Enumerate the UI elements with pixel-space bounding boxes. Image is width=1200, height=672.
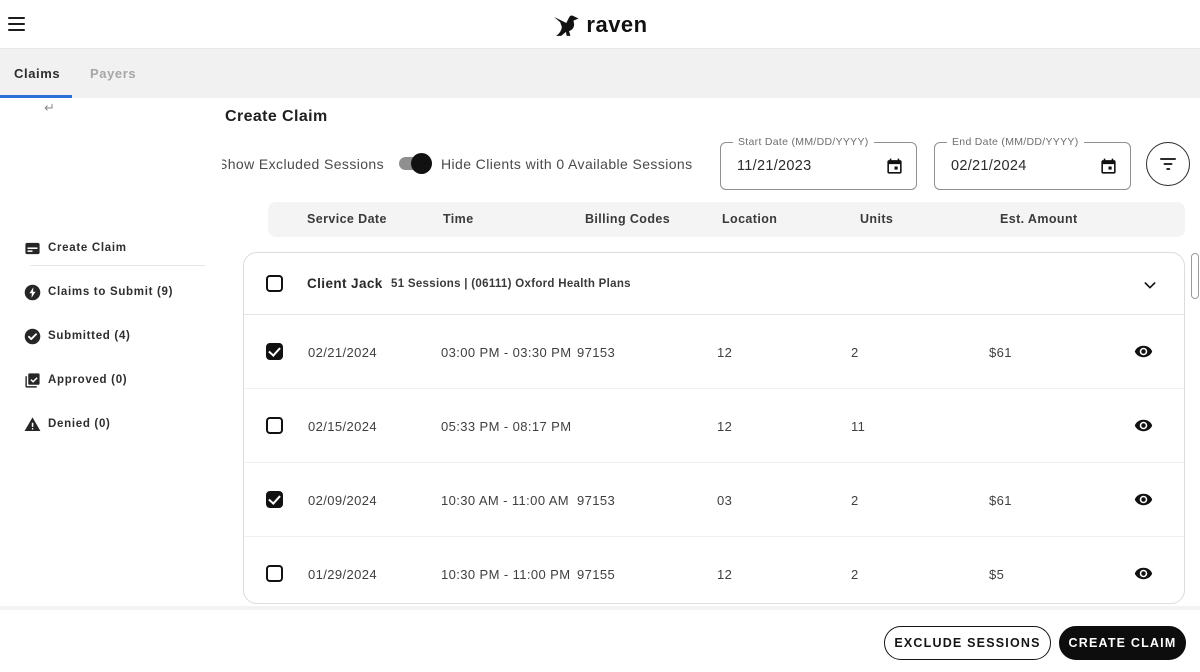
- client-checkbox[interactable]: [266, 275, 283, 292]
- top-bar: [0, 0, 1200, 49]
- toggle-knob: [411, 153, 432, 174]
- approved-check-icon: [25, 372, 40, 388]
- tab-bar: [0, 49, 1200, 98]
- page-title: Create Claim: [225, 108, 328, 125]
- location-cell: 12: [717, 419, 733, 434]
- sidebar-item-label: Claims to Submit (9): [48, 286, 174, 298]
- view-session-eye-icon[interactable]: [1134, 564, 1153, 583]
- service-date-cell: 01/29/2024: [308, 567, 378, 582]
- menu-hamburger-icon[interactable]: [8, 15, 28, 33]
- vertical-scrollbar-thumb[interactable]: [1191, 253, 1199, 299]
- session-checkbox[interactable]: [266, 417, 283, 434]
- create-claim-button[interactable]: CREATE CLAIM: [1059, 626, 1186, 660]
- location-cell: 03: [717, 493, 733, 508]
- billing-card-icon: [25, 242, 40, 254]
- location-cell: 12: [717, 567, 733, 582]
- billing-code-cell: 97153: [577, 345, 616, 360]
- sidebar-item-claims-to-submit[interactable]: Claims to Submit (9): [0, 282, 222, 302]
- units-cell: 2: [851, 493, 859, 508]
- start-date-label: Start Date (MM/DD/YYYY): [733, 136, 874, 148]
- tab-claims-label: Claims: [14, 66, 61, 81]
- col-est-amount: Est. Amount: [1000, 212, 1078, 226]
- units-cell: 2: [851, 567, 859, 582]
- warning-triangle-icon: [24, 416, 41, 431]
- sidebar-item-denied[interactable]: Denied (0): [0, 414, 222, 434]
- col-service-date: Service Date: [307, 212, 387, 226]
- service-date-cell: 02/09/2024: [308, 493, 378, 508]
- end-date-field[interactable]: End Date (MM/DD/YYYY) 02/21/2024: [934, 136, 1131, 190]
- client-name: Client Jack: [307, 276, 383, 291]
- time-cell: 10:30 AM - 11:00 AM: [441, 493, 570, 508]
- units-cell: 11: [851, 419, 866, 434]
- location-cell: 12: [717, 345, 733, 360]
- billing-code-cell: 97155: [577, 567, 616, 582]
- billing-code-cell: 97153: [577, 493, 616, 508]
- chevron-down-icon[interactable]: [1142, 277, 1158, 293]
- service-date-cell: 02/21/2024: [308, 345, 378, 360]
- time-cell: 05:33 PM - 08:17 PM: [441, 419, 572, 434]
- time-cell: 03:00 PM - 03:30 PM: [441, 345, 572, 360]
- col-location: Location: [722, 212, 778, 226]
- client-sessions-card: Client Jack 51 Sessions | (06111) Oxford…: [243, 252, 1185, 604]
- session-row[interactable]: 02/15/2024 05:33 PM - 08:17 PM 12 11: [244, 389, 1184, 463]
- footer-action-bar: EXCLUDE SESSIONS CREATE CLAIM: [0, 606, 1200, 672]
- filter-button[interactable]: [1146, 142, 1190, 186]
- view-session-eye-icon[interactable]: [1134, 416, 1153, 435]
- active-tab-underline: [0, 95, 72, 98]
- units-cell: 2: [851, 345, 859, 360]
- tab-payers-label: Payers: [90, 66, 137, 81]
- sidebar-item-submitted[interactable]: Submitted (4): [0, 326, 222, 346]
- start-date-field[interactable]: Start Date (MM/DD/YYYY) 11/21/2023: [720, 136, 917, 190]
- sidebar-item-label: Denied (0): [48, 418, 111, 430]
- tab-payers[interactable]: Payers: [90, 49, 136, 98]
- sidebar-item-approved[interactable]: Approved (0): [0, 370, 222, 390]
- view-session-eye-icon[interactable]: [1134, 490, 1153, 509]
- session-checkbox[interactable]: [266, 565, 283, 582]
- est-amount-cell: $61: [989, 345, 1012, 360]
- col-units: Units: [860, 212, 894, 226]
- session-row[interactable]: 02/21/2024 03:00 PM - 03:30 PM 97153 12 …: [244, 315, 1184, 389]
- check-circle-icon: [24, 328, 41, 344]
- start-date-value[interactable]: 11/21/2023: [737, 158, 812, 174]
- bolt-circle-icon: [24, 284, 41, 300]
- sidebar: ↵ Create Claim Claims to Submit (9) Subm…: [0, 98, 222, 672]
- table-header-bar: Service Date Time Billing Codes Location…: [268, 202, 1185, 237]
- hide-clients-label: Hide Clients with 0 Available Sessions: [441, 156, 693, 172]
- col-billing-codes: Billing Codes: [585, 212, 671, 226]
- session-row[interactable]: 01/29/2024 10:30 PM - 11:00 PM 97155 12 …: [244, 537, 1184, 603]
- est-amount-cell: $5: [989, 567, 1005, 582]
- end-date-label: End Date (MM/DD/YYYY): [947, 136, 1084, 148]
- show-excluded-sessions-label: Show Excluded Sessions: [218, 156, 384, 172]
- tab-claims[interactable]: Claims: [14, 49, 60, 98]
- sidebar-divider: [30, 265, 205, 266]
- exclude-sessions-button[interactable]: EXCLUDE SESSIONS: [884, 626, 1051, 660]
- sidebar-item-label: Submitted (4): [48, 330, 131, 342]
- sidebar-item-label: Create Claim: [48, 242, 127, 254]
- return-arrow-icon[interactable]: ↵: [44, 100, 55, 116]
- sidebar-item-label: Approved (0): [48, 374, 128, 386]
- hide-clients-toggle[interactable]: [399, 153, 433, 174]
- filter-icon: [1160, 158, 1176, 170]
- session-row[interactable]: 02/09/2024 10:30 AM - 11:00 AM 97153 03 …: [244, 463, 1184, 537]
- calendar-icon[interactable]: [1099, 157, 1118, 176]
- session-checkbox[interactable]: [266, 491, 283, 508]
- est-amount-cell: $61: [989, 493, 1012, 508]
- calendar-icon[interactable]: [885, 157, 904, 176]
- col-time: Time: [443, 212, 474, 226]
- end-date-value[interactable]: 02/21/2024: [951, 158, 1027, 174]
- sidebar-item-create-claim[interactable]: Create Claim: [0, 238, 222, 258]
- view-session-eye-icon[interactable]: [1134, 342, 1153, 361]
- time-cell: 10:30 PM - 11:00 PM: [441, 567, 571, 582]
- session-checkbox[interactable]: [266, 343, 283, 360]
- client-session-info: 51 Sessions | (06111) Oxford Health Plan…: [391, 278, 631, 290]
- service-date-cell: 02/15/2024: [308, 419, 378, 434]
- client-header-row[interactable]: Client Jack 51 Sessions | (06111) Oxford…: [244, 253, 1184, 315]
